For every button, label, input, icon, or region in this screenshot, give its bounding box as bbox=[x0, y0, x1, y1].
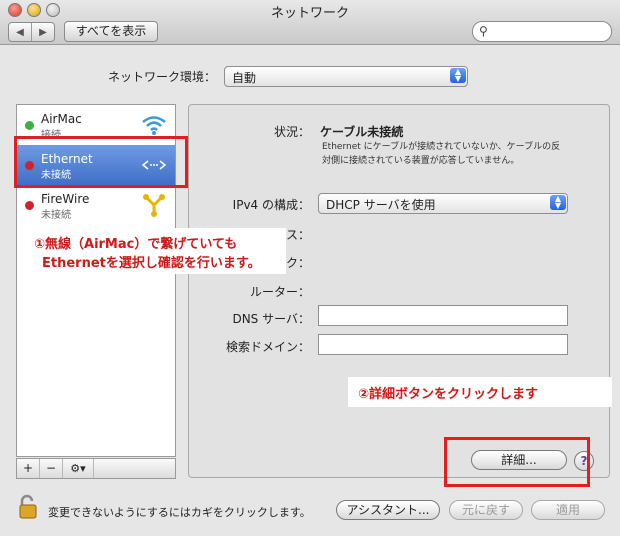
firewire-icon bbox=[143, 194, 165, 217]
wifi-icon bbox=[142, 116, 166, 135]
back-icon[interactable]: ◀ bbox=[9, 23, 31, 41]
lock-icon[interactable] bbox=[18, 494, 40, 520]
window-title: ネットワーク bbox=[270, 6, 349, 21]
location-label: ネットワーク環境： bbox=[108, 70, 217, 84]
assistant-button[interactable]: アシスタント... bbox=[336, 500, 440, 520]
service-name: FireWire bbox=[41, 192, 90, 206]
search-icon: ⚲ bbox=[479, 24, 488, 38]
service-status: 未接続 bbox=[41, 210, 71, 221]
popup-arrows-icon: ▲ ▼ bbox=[550, 195, 566, 210]
status-label: 状況： bbox=[273, 125, 310, 139]
annotation-callout-1: ①無線（AirMac）で繋げていても Ethernetを選択し確認を行います。 bbox=[24, 228, 286, 274]
service-list-controls: + − ⚙▾ bbox=[16, 458, 176, 479]
service-item-firewire[interactable]: FireWire 未接続 bbox=[17, 185, 175, 225]
location-popup[interactable]: 自動 ▲ ▼ bbox=[224, 66, 468, 87]
dns-server-label: DNS サーバ： bbox=[232, 312, 310, 326]
revert-button[interactable]: 元に戻す bbox=[449, 500, 523, 520]
status-value: ケーブル未接続 bbox=[320, 125, 404, 139]
dns-server-field[interactable] bbox=[318, 305, 568, 326]
search-input[interactable]: ⚲ bbox=[472, 21, 612, 42]
search-domain-label: 検索ドメイン： bbox=[225, 340, 310, 354]
annotation-callout-2: ②詳細ボタンをクリックします bbox=[348, 377, 612, 407]
back-forward-control: ◀ ▶ bbox=[8, 22, 55, 42]
highlight-advanced-box bbox=[444, 437, 590, 487]
status-dot-icon bbox=[25, 201, 34, 210]
forward-icon[interactable]: ▶ bbox=[31, 23, 54, 41]
annotation-text: ①無線（AirMac）で繋げていても bbox=[34, 237, 238, 252]
ipv4-config-popup[interactable]: DHCP サーバを使用 ▲ ▼ bbox=[318, 193, 568, 214]
remove-service-button[interactable]: − bbox=[40, 459, 63, 478]
apply-button[interactable]: 適用 bbox=[531, 500, 605, 520]
lock-text: 変更できないようにするにはカギをクリックします。 bbox=[48, 506, 311, 519]
action-menu-button[interactable]: ⚙▾ bbox=[63, 459, 94, 478]
ipv4-config-value: DHCP サーバを使用 bbox=[326, 198, 436, 212]
router-label: ルーター： bbox=[249, 285, 310, 299]
service-name: AirMac bbox=[41, 112, 82, 126]
location-value: 自動 bbox=[232, 71, 257, 85]
window-titlebar: ネットワーク ◀ ▶ すべてを表示 ⚲ bbox=[0, 0, 620, 45]
highlight-ethernet-box bbox=[14, 136, 188, 188]
status-description: Ethernet にケーブルが接続されていないか、ケーブルの反 対側に接続されて… bbox=[322, 140, 602, 168]
status-description-line: 対側に接続されている装置が応答していません。 bbox=[322, 156, 520, 166]
status-dot-icon bbox=[25, 121, 34, 130]
show-all-button[interactable]: すべてを表示 bbox=[64, 21, 158, 42]
search-domain-field[interactable] bbox=[318, 334, 568, 355]
status-description-line: Ethernet にケーブルが接続されていないか、ケーブルの反 bbox=[322, 142, 561, 152]
popup-arrows-icon: ▲ ▼ bbox=[450, 68, 466, 83]
add-service-button[interactable]: + bbox=[17, 459, 40, 478]
annotation-text: Ethernetを選択し確認を行います。 bbox=[42, 256, 261, 271]
ipv4-label: IPv4 の構成： bbox=[232, 198, 310, 212]
annotation-text: ②詳細ボタンをクリックします bbox=[358, 387, 539, 402]
